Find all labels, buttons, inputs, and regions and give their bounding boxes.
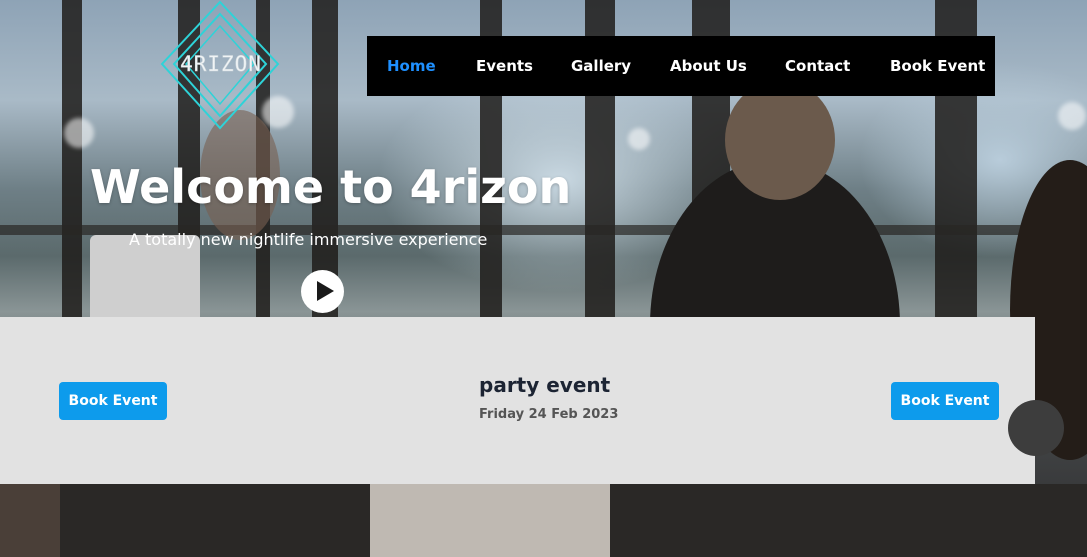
nav-item-home[interactable]: Home — [387, 57, 436, 75]
main-nav: Home Events Gallery About Us Contact Boo… — [367, 36, 995, 96]
logo-text: 4RIZON — [180, 52, 262, 77]
hero-subtitle: A totally new nightlife immersive experi… — [129, 230, 488, 249]
nav-item-about-us[interactable]: About Us — [670, 57, 747, 75]
site-logo[interactable]: 4RIZON — [158, 0, 282, 134]
nav-item-events[interactable]: Events — [476, 57, 533, 75]
play-icon — [317, 281, 334, 301]
nav-item-gallery[interactable]: Gallery — [571, 57, 631, 75]
nav-item-contact[interactable]: Contact — [785, 57, 850, 75]
event-title: party event — [479, 373, 611, 397]
play-video-button[interactable] — [301, 270, 344, 313]
side-scroll-handle[interactable] — [1008, 400, 1064, 456]
event-date: Friday 24 Feb 2023 — [479, 407, 619, 422]
book-event-button-left[interactable]: Book Event — [59, 382, 167, 420]
hero-title: Welcome to 4rizon — [90, 160, 572, 214]
nav-item-book-event[interactable]: Book Event — [890, 57, 985, 75]
event-banner: Book Event party event Friday 24 Feb 202… — [0, 317, 1035, 484]
book-event-button-right[interactable]: Book Event — [891, 382, 999, 420]
